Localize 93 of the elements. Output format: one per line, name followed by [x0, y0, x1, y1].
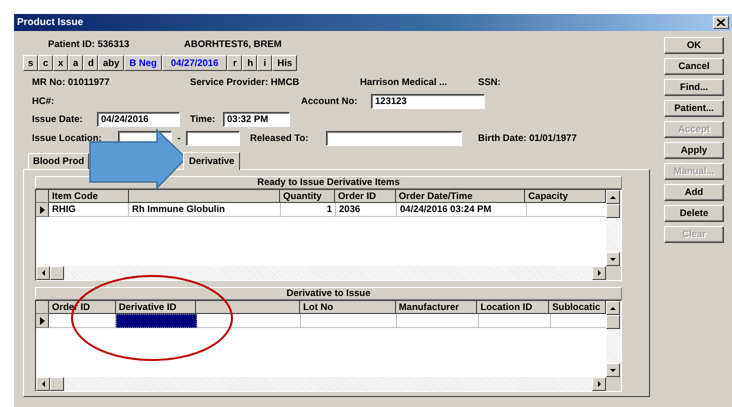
account-field[interactable]: 123123	[371, 94, 485, 109]
hc-label: HC#:	[32, 96, 56, 107]
horizontal-scrollbar[interactable]	[36, 266, 606, 280]
table-cell[interactable]: RHIG	[49, 203, 129, 217]
grid-caption: Derivative to Issue	[35, 287, 622, 300]
column-header[interactable]: Order ID	[334, 190, 396, 203]
service-provider: Service Provider: HMCB	[190, 77, 300, 88]
dialog-button[interactable]: Delete	[664, 205, 724, 222]
dialog-button[interactable]: Cancel	[664, 58, 724, 75]
toolbar-button[interactable]: B Neg	[124, 55, 162, 71]
toolbar-button[interactable]: i	[257, 55, 272, 71]
column-header[interactable]: Order Date/Time	[396, 190, 526, 203]
tab[interactable]: Blood Prod	[28, 153, 89, 169]
dialog-button[interactable]: Find...	[664, 79, 724, 96]
patient-id: Patient ID: 536313	[48, 39, 130, 50]
triangle-icon	[42, 270, 44, 276]
time-field[interactable]: 03:32 PM	[223, 112, 290, 127]
grid-caption: Ready to Issue Derivative Items	[35, 176, 622, 189]
triangle-icon	[610, 196, 616, 198]
triangle-icon	[598, 381, 600, 387]
triangle-icon	[42, 381, 44, 387]
released-to-label: Released To:	[250, 133, 310, 144]
vertical-scrollbar[interactable]	[606, 301, 621, 391]
toolbar-button[interactable]: 04/27/2016	[162, 55, 228, 71]
column-header[interactable]	[128, 190, 280, 203]
triangle-icon	[610, 258, 616, 260]
toolbar-button[interactable]: His	[272, 55, 298, 71]
table-cell[interactable]: 2036	[336, 203, 397, 217]
column-header[interactable]: Manufacturer	[396, 301, 478, 314]
table-cell[interactable]: 1	[281, 203, 336, 217]
toolbar-button[interactable]: s	[23, 55, 38, 71]
scroll-right-button[interactable]	[592, 266, 606, 280]
issue-date-field[interactable]: 04/24/2016	[97, 112, 180, 127]
scroll-up-button[interactable]	[606, 190, 620, 204]
scroll-up-button[interactable]	[606, 301, 620, 315]
scroll-thumb[interactable]	[50, 377, 64, 391]
scroll-left-button[interactable]	[36, 266, 50, 280]
triangle-icon	[610, 368, 616, 372]
separator-dash: -	[176, 133, 182, 144]
horizontal-scrollbar[interactable]	[36, 377, 606, 391]
close-button[interactable]	[713, 16, 729, 29]
window-title: Product Issue	[17, 17, 84, 28]
scroll-thumb[interactable]	[50, 266, 64, 280]
released-to-field[interactable]	[326, 131, 462, 146]
scroll-down-button[interactable]	[606, 363, 620, 377]
table-cell[interactable]: 04/24/2016 03:24 PM	[397, 203, 527, 217]
close-icon	[717, 19, 725, 26]
column-header[interactable]: Lot No	[300, 301, 396, 314]
facility-name: Harrison Medical ...	[360, 77, 448, 88]
scrollbar-corner	[606, 377, 621, 391]
dialog-button[interactable]: Add	[664, 184, 724, 201]
triangle-icon	[610, 306, 616, 310]
dialog-button[interactable]: Apply	[664, 142, 724, 159]
table-cell[interactable]	[397, 314, 479, 328]
scroll-down-button[interactable]	[606, 252, 620, 266]
table-cell[interactable]: Rh Immune Globulin	[129, 203, 281, 217]
scroll-right-button[interactable]	[592, 377, 606, 391]
toolbar-button[interactable]: r	[227, 55, 242, 71]
time-label: Time:	[190, 114, 216, 125]
column-header[interactable]: Derivative ID	[116, 301, 196, 314]
scroll-thumb[interactable]	[606, 315, 620, 329]
column-header[interactable]: Item Code	[49, 190, 129, 203]
table-cell[interactable]	[479, 314, 551, 328]
toolbar-button[interactable]: x	[53, 55, 68, 71]
column-header[interactable]: Sublocatic	[549, 301, 606, 314]
column-header[interactable]: Quantity	[280, 190, 335, 203]
birth-date: Birth Date: 01/01/1977	[478, 133, 577, 144]
table-cell[interactable]	[197, 314, 301, 328]
table-cell[interactable]	[116, 314, 197, 328]
toolbar-button[interactable]: h	[242, 55, 258, 71]
mr-number: MR No: 01011977	[32, 77, 111, 88]
sublocation-field[interactable]	[186, 131, 240, 146]
issue-location-label: Issue Location:	[32, 133, 103, 144]
vertical-scrollbar[interactable]	[606, 190, 621, 280]
scroll-thumb[interactable]	[606, 204, 620, 218]
toolbar-button[interactable]: a	[68, 55, 83, 71]
column-header[interactable]	[196, 301, 300, 314]
triangle-icon	[598, 270, 600, 276]
toolbar-button[interactable]: aby	[98, 55, 124, 71]
patient-name: ABORHTEST6, BREM	[184, 39, 282, 50]
toolbar-button[interactable]: c	[38, 55, 53, 71]
table-cell[interactable]	[301, 314, 397, 328]
dialog-button[interactable]: Patient...	[664, 100, 724, 117]
toolbar-button[interactable]: d	[83, 55, 98, 71]
column-header[interactable]: Capacity	[525, 190, 606, 203]
scrollbar-corner	[606, 266, 621, 280]
ssn-label: SSN:	[478, 77, 501, 88]
scroll-left-button[interactable]	[36, 377, 50, 391]
column-header[interactable]: Location ID	[477, 301, 550, 314]
account-label: Account No:	[301, 96, 358, 107]
dialog-button[interactable]: OK	[664, 37, 724, 54]
issue-date-label: Issue Date:	[32, 114, 84, 125]
tab[interactable]: Derivative	[183, 152, 240, 170]
